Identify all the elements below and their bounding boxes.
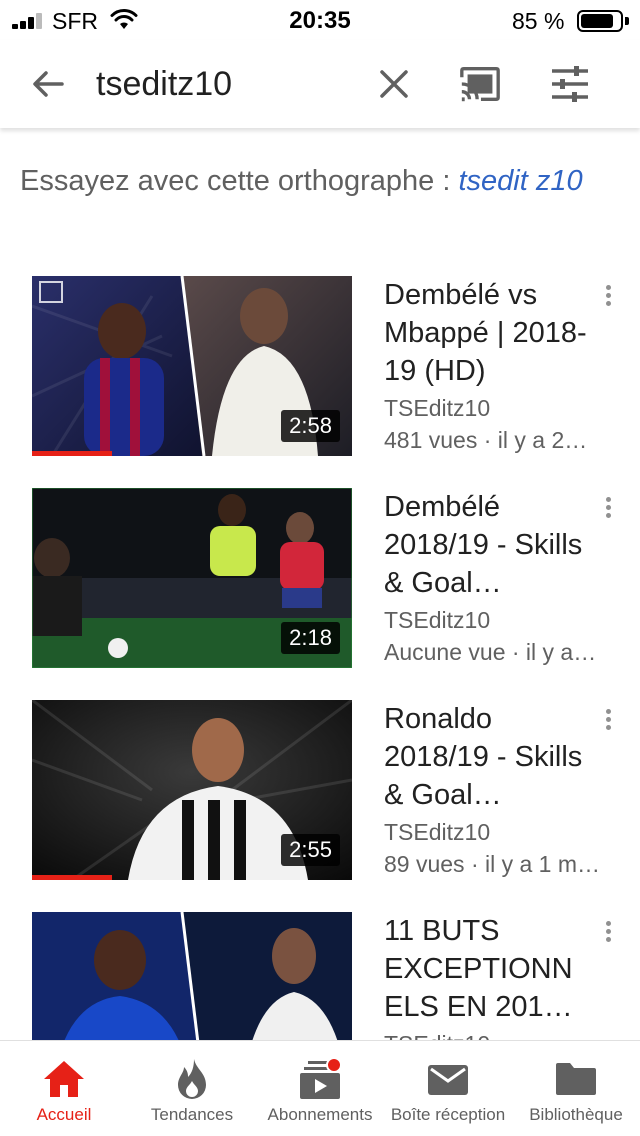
nav-trending[interactable]: Tendances xyxy=(128,1041,256,1136)
more-options-button[interactable] xyxy=(594,490,622,524)
search-app-bar: tseditz10 xyxy=(0,40,640,128)
clear-search-button[interactable] xyxy=(372,62,416,106)
back-button[interactable] xyxy=(26,62,70,106)
video-thumbnail[interactable]: 2:58 xyxy=(32,276,352,456)
video-stats: 89 vues · il y a 1 m… xyxy=(384,851,601,877)
search-query[interactable]: tseditz10 xyxy=(96,62,232,106)
search-results-list: 2:58 Dembélé vs Mbappé | 2018-19 (HD) TS… xyxy=(0,276,640,1040)
subscriptions-icon xyxy=(300,1057,342,1099)
suggestion-link[interactable]: tsedit z10 xyxy=(458,165,582,197)
video-title[interactable]: Dembélé 2018/19 - Skills & Goal… xyxy=(384,488,594,602)
video-channel: TSEditz10 xyxy=(384,819,491,845)
cast-icon xyxy=(460,67,500,102)
video-meta: Ronaldo 2018/19 - Skills & Goal… TSEditz… xyxy=(384,700,600,880)
nav-home[interactable]: Accueil xyxy=(0,1041,128,1136)
video-thumbnail[interactable]: 2:18 xyxy=(32,488,352,668)
video-result[interactable]: 2:58 Dembélé vs Mbappé | 2018-19 (HD) TS… xyxy=(0,276,640,456)
spelling-suggestion: Essayez avec cette orthographe : tsedit … xyxy=(20,162,620,200)
flame-icon xyxy=(178,1059,206,1099)
video-duration: 2:58 xyxy=(281,410,340,442)
more-options-button[interactable] xyxy=(594,702,622,736)
nav-label: Abonnements xyxy=(267,1105,373,1124)
cast-button[interactable] xyxy=(458,62,502,106)
back-arrow-icon xyxy=(33,71,64,97)
video-title[interactable]: Ronaldo 2018/19 - Skills & Goal… xyxy=(384,700,594,814)
video-thumbnail[interactable]: 2:55 xyxy=(32,700,352,880)
nav-library[interactable]: Bibliothèque xyxy=(512,1041,640,1136)
video-channel: TSEditz10 xyxy=(384,1028,594,1040)
video-thumbnail[interactable] xyxy=(32,912,352,1040)
battery-icon xyxy=(577,10,623,32)
battery-level-fill xyxy=(581,14,614,28)
nav-label: Accueil xyxy=(36,1105,92,1124)
battery-percent: 85 % xyxy=(512,8,565,34)
more-options-button[interactable] xyxy=(594,914,622,948)
suggestion-prefix: Essayez avec cette orthographe : xyxy=(20,165,459,197)
more-options-button[interactable] xyxy=(594,278,622,312)
video-channel: TSEditz10 xyxy=(384,607,491,633)
battery-cap xyxy=(625,17,629,25)
watch-progress-bar xyxy=(32,875,112,880)
video-meta: Dembélé 2018/19 - Skills & Goal… TSEditz… xyxy=(384,488,596,668)
video-duration: 2:55 xyxy=(281,834,340,866)
home-icon xyxy=(44,1061,84,1097)
mail-icon xyxy=(428,1065,468,1095)
video-result[interactable]: 2:18 Dembélé 2018/19 - Skills & Goal… TS… xyxy=(0,488,640,668)
video-meta: Dembélé vs Mbappé | 2018-19 (HD) TSEditz… xyxy=(384,276,594,456)
folder-icon xyxy=(556,1063,596,1095)
video-result[interactable]: 2:55 Ronaldo 2018/19 - Skills & Goal… TS… xyxy=(0,700,640,880)
nav-inbox[interactable]: Boîte réception xyxy=(384,1041,512,1136)
video-stats: Aucune vue · il y a… xyxy=(384,639,597,665)
filter-icon xyxy=(552,66,588,102)
nav-label: Tendances xyxy=(150,1105,234,1124)
video-title[interactable]: 11 BUTS EXCEPTIONN ELS EN 201… xyxy=(384,912,594,1026)
nav-subscriptions[interactable]: Abonnements xyxy=(256,1041,384,1136)
clear-icon xyxy=(380,70,408,98)
video-channel: TSEditz10 xyxy=(384,395,491,421)
bottom-navigation: Accueil Tendances Abonnements Boîte réce… xyxy=(0,1040,640,1136)
filter-button[interactable] xyxy=(548,62,592,106)
video-duration: 2:18 xyxy=(281,622,340,654)
video-meta: 11 BUTS EXCEPTIONN ELS EN 201… TSEditz10 xyxy=(384,912,594,1040)
status-bar: SFR 20:35 85 % xyxy=(0,0,640,40)
nav-label: Bibliothèque xyxy=(529,1105,623,1124)
video-result[interactable]: 11 BUTS EXCEPTIONN ELS EN 201… TSEditz10 xyxy=(0,912,640,1040)
video-stats: 481 vues · il y a 2… xyxy=(384,427,588,453)
nav-label: Boîte réception xyxy=(390,1105,506,1124)
thumbnail-image xyxy=(32,912,352,1040)
watch-progress-bar xyxy=(32,451,112,456)
video-title[interactable]: Dembélé vs Mbappé | 2018-19 (HD) xyxy=(384,276,594,390)
